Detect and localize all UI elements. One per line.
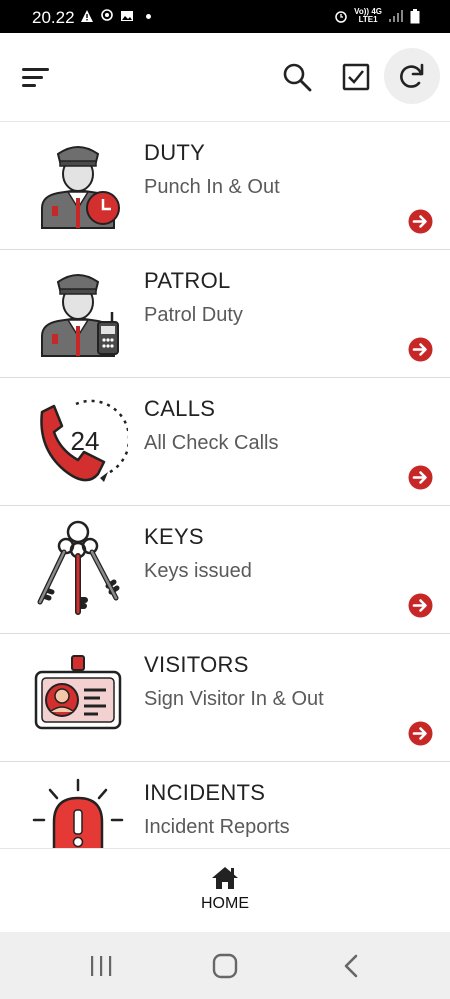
network-indicator: Vo)) 4G LTE1	[354, 7, 382, 24]
menu-item-keys[interactable]: KEYS Keys issued	[0, 506, 450, 634]
item-title: VISITORS	[144, 652, 249, 677]
search-icon[interactable]	[281, 61, 313, 93]
menu-item-incidents[interactable]: INCIDENTS Incident Reports	[0, 762, 450, 848]
location-icon	[101, 9, 113, 21]
menu-icon[interactable]	[20, 63, 52, 93]
id-badge-icon	[34, 655, 122, 730]
home-icon	[212, 867, 238, 889]
item-subtitle: Incident Reports	[144, 816, 290, 838]
item-title: CALLS	[144, 396, 216, 421]
item-subtitle: Punch In & Out	[144, 176, 280, 198]
back-icon[interactable]	[341, 954, 361, 978]
home-label: HOME	[201, 895, 249, 912]
arrow-right-icon[interactable]	[408, 209, 433, 234]
refresh-icon	[400, 63, 424, 88]
arrow-right-icon[interactable]	[408, 721, 433, 746]
status-time: 20.22	[32, 8, 75, 27]
menu-item-calls[interactable]: 24 CALLS All Check Calls	[0, 378, 450, 506]
phone-24-icon: 24	[40, 399, 128, 482]
signal-icon	[389, 10, 403, 22]
status-bar: 20.22 Vo)) 4G LTE1	[0, 0, 450, 33]
guard-radio-icon	[41, 274, 119, 357]
item-subtitle: Keys issued	[144, 560, 252, 582]
arrow-right-icon[interactable]	[408, 337, 433, 362]
checkbox-icon[interactable]	[340, 61, 372, 93]
recent-apps-icon[interactable]	[88, 954, 114, 978]
menu-item-patrol[interactable]: PATROL Patrol Duty	[0, 250, 450, 378]
system-navigation-bar	[0, 932, 450, 999]
guard-clock-icon	[41, 146, 120, 229]
app-bar	[0, 33, 450, 122]
refresh-button[interactable]	[384, 48, 440, 104]
menu-list: DUTY Punch In & Out PATROL Patrol Duty 2…	[0, 122, 450, 848]
alarm-icon	[32, 778, 124, 848]
home-tab[interactable]: HOME	[185, 865, 265, 921]
item-title: PATROL	[144, 268, 231, 293]
item-subtitle: All Check Calls	[144, 432, 279, 454]
alarm-clock-icon	[335, 11, 347, 23]
arrow-right-icon[interactable]	[408, 593, 433, 618]
image-icon	[121, 11, 133, 21]
arrow-right-icon[interactable]	[408, 465, 433, 490]
item-title: KEYS	[144, 524, 204, 549]
system-home-icon[interactable]	[212, 953, 238, 979]
item-subtitle: Sign Visitor In & Out	[144, 688, 324, 710]
battery-icon	[410, 8, 420, 23]
item-title: INCIDENTS	[144, 780, 266, 805]
warning-icon	[81, 10, 93, 22]
keys-icon	[37, 520, 120, 615]
notification-dot-icon	[146, 13, 151, 19]
bottom-navigation: HOME	[0, 848, 450, 932]
item-title: DUTY	[144, 140, 206, 165]
menu-item-visitors[interactable]: VISITORS Sign Visitor In & Out	[0, 634, 450, 762]
item-subtitle: Patrol Duty	[144, 304, 243, 326]
menu-item-duty[interactable]: DUTY Punch In & Out	[0, 122, 450, 250]
